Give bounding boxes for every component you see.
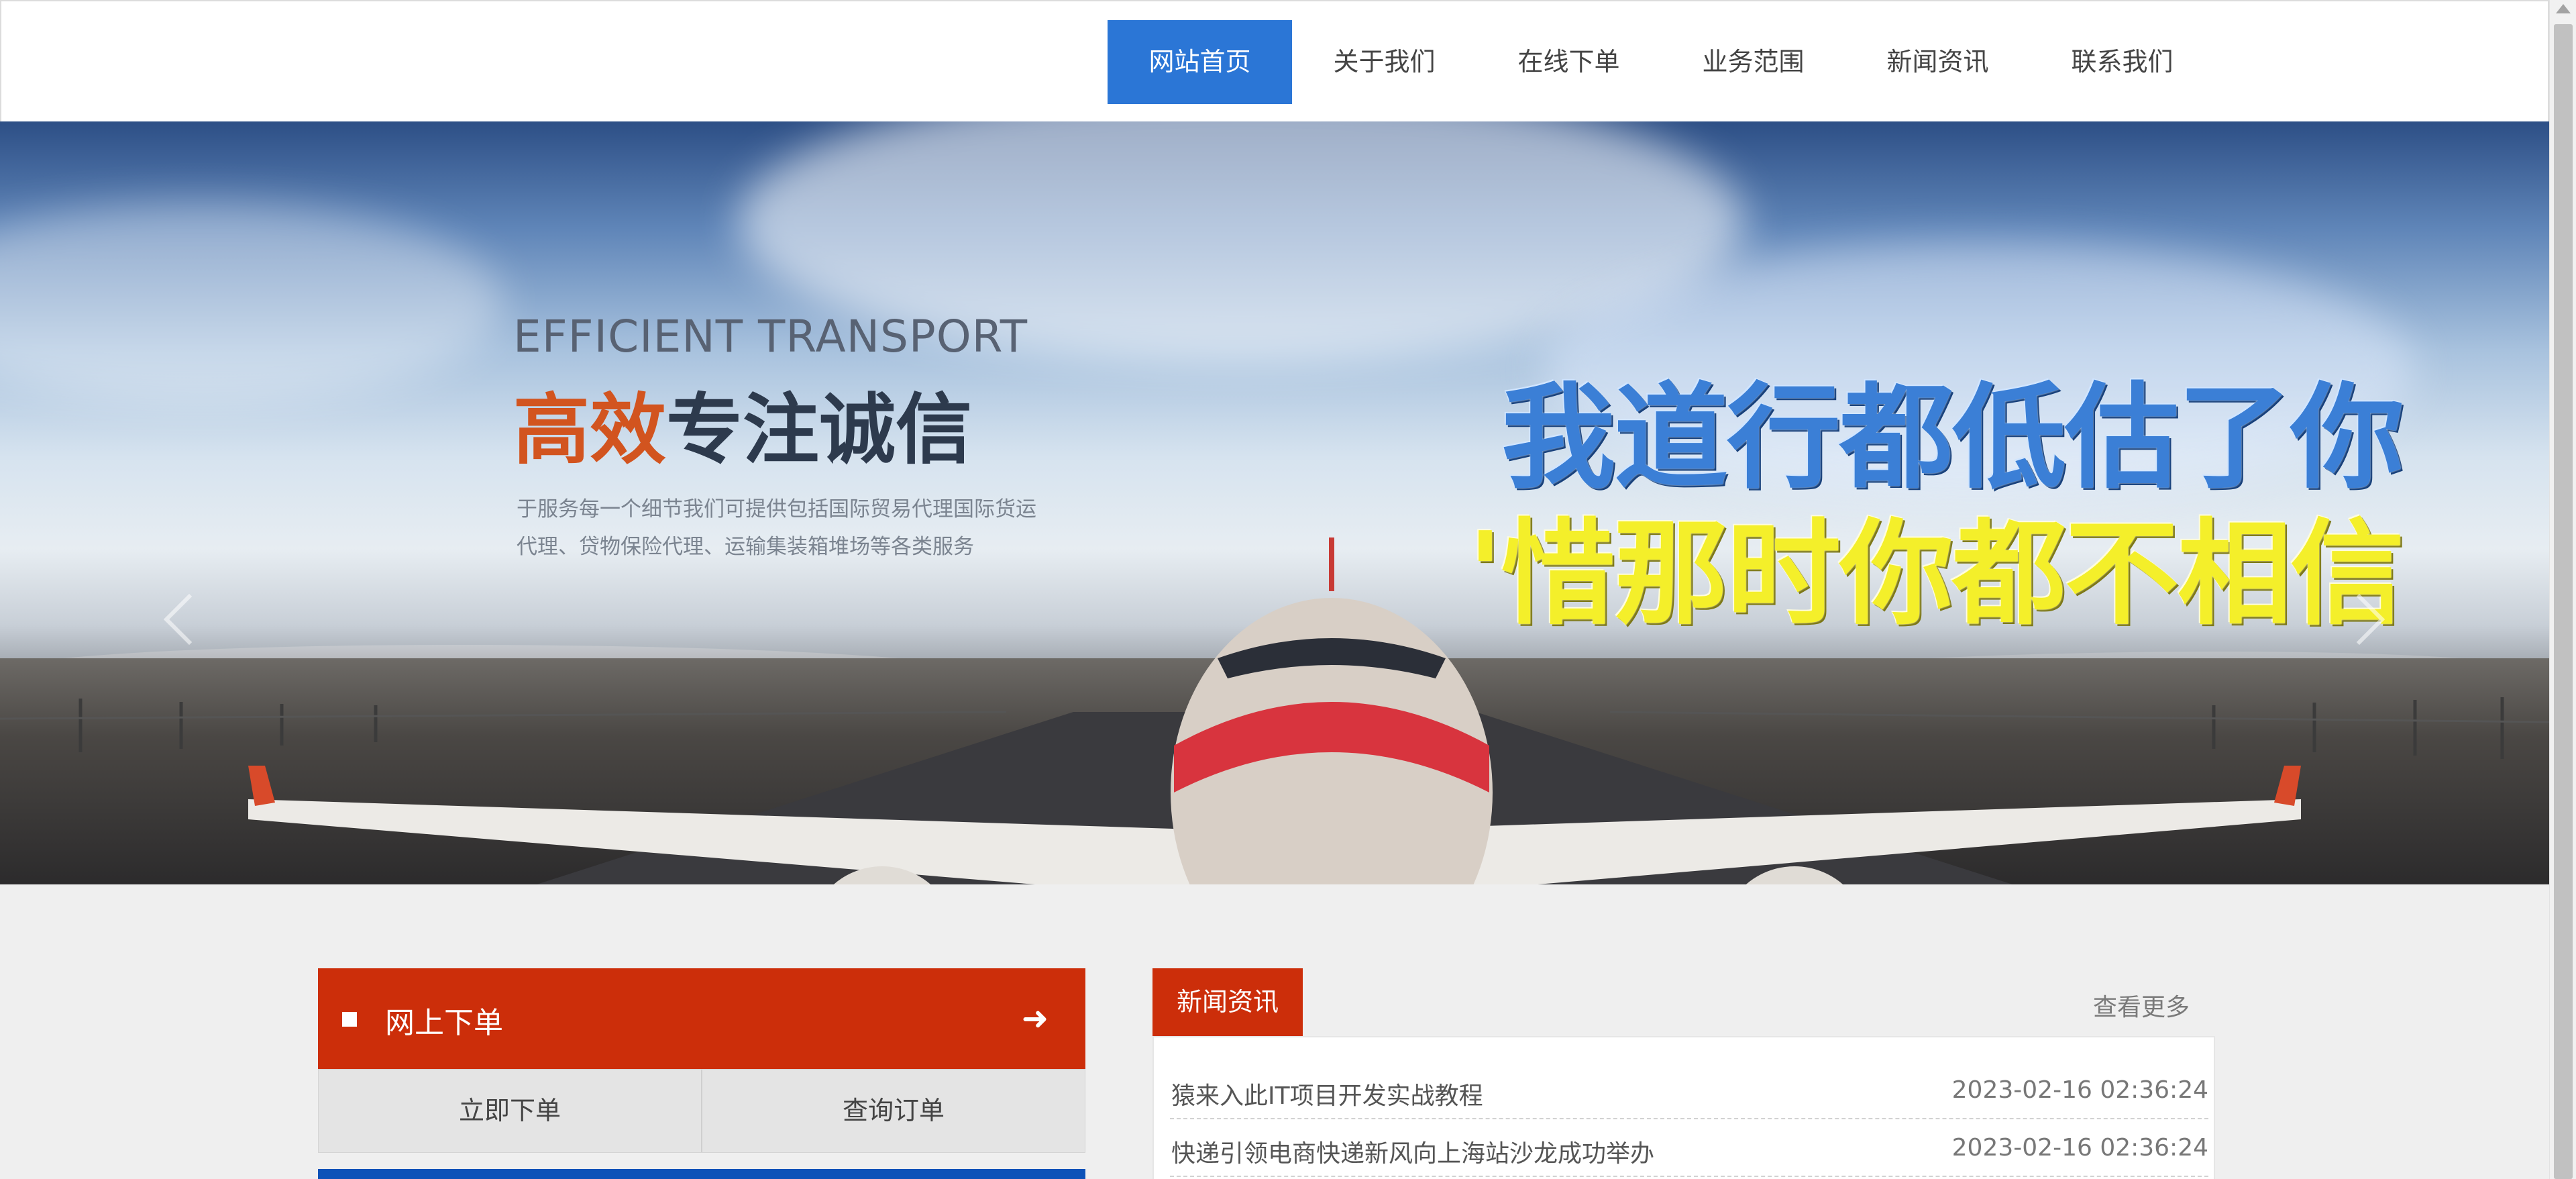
nav-item-about[interactable]: 关于我们 (1292, 20, 1477, 104)
arrow-right-icon[interactable]: ➜ (1017, 1001, 1053, 1037)
banner-description: 于服务每一个细节我们可提供包括国际贸易代理国际货运 代理、贷物保险代理、运输集装… (517, 491, 1067, 566)
banner-title-accent: 高效 (513, 385, 667, 474)
main-nav: 网站首页 关于我们 在线下单 业务范围 新闻资讯 联系我们 (1108, 20, 2214, 104)
query-order-button[interactable]: 查询订单 (701, 1070, 1085, 1152)
order-button-group: 立即下单 查询订单 (318, 1069, 1085, 1153)
news-more-link[interactable]: 查看更多 (2093, 988, 2190, 1023)
banner-subtitle: EFFICIENT TRANSPORT (513, 311, 1028, 362)
place-order-button[interactable]: 立即下单 (319, 1070, 701, 1152)
square-bullet-icon (342, 1012, 357, 1027)
nav-item-home[interactable]: 网站首页 (1108, 20, 1292, 104)
online-order-header[interactable]: 网上下单 ➜ (318, 968, 1085, 1069)
news-item-date: 2023-02-16 02:36:24 (1951, 1134, 2208, 1162)
nav-item-news[interactable]: 新闻资讯 (1845, 20, 2030, 104)
news-item[interactable]: 快递引领电商快递新风向上海站沙龙成功举办 2023-02-16 02:36:24 (1170, 1119, 2208, 1177)
news-item-date: 2023-02-16 02:36:24 (1951, 1076, 2208, 1104)
banner-slogan-line2: '惜那时你都不相信 (1467, 508, 2404, 641)
online-order-title: 网上下单 (385, 1006, 503, 1040)
banner-slogan-line1: 我道行都低估了你 (1501, 372, 2404, 505)
nav-item-contact[interactable]: 联系我们 (2030, 20, 2214, 104)
header-bar: 网站首页 关于我们 在线下单 业务范围 新闻资讯 联系我们 (0, 0, 2549, 121)
news-item-title[interactable]: 快递引领电商快递新风向上海站沙龙成功举办 (1171, 1134, 1654, 1169)
news-item-title[interactable]: 猿来入此IT项目开发实战教程 (1171, 1076, 1483, 1111)
banner-title: 高效专注诚信 (513, 387, 972, 474)
news-tab[interactable]: 新闻资讯 (1152, 968, 1303, 1036)
scroll-up-icon[interactable] (2556, 4, 2571, 13)
next-panel-header (318, 1169, 1085, 1179)
banner-title-rest: 专注诚信 (666, 385, 973, 474)
banner-description-line: 于服务每一个细节我们可提供包括国际贸易代理国际货运 (517, 497, 1036, 521)
news-list: 猿来入此IT项目开发实战教程 2023-02-16 02:36:24 快递引领电… (1152, 1036, 2215, 1179)
hero-banner: EFFICIENT TRANSPORT 高效专注诚信 于服务每一个细节我们可提供… (0, 121, 2549, 884)
nav-item-online-order[interactable]: 在线下单 (1477, 20, 1661, 104)
scrollbar-thumb[interactable] (2554, 24, 2573, 1179)
nav-item-business-scope[interactable]: 业务范围 (1661, 20, 1845, 104)
news-item[interactable]: 猿来入此IT项目开发实战教程 2023-02-16 02:36:24 (1170, 1062, 2208, 1119)
page-scrollbar[interactable] (2549, 0, 2576, 1179)
banner-description-line: 代理、贷物保险代理、运输集装箱堆场等各类服务 (517, 535, 974, 559)
